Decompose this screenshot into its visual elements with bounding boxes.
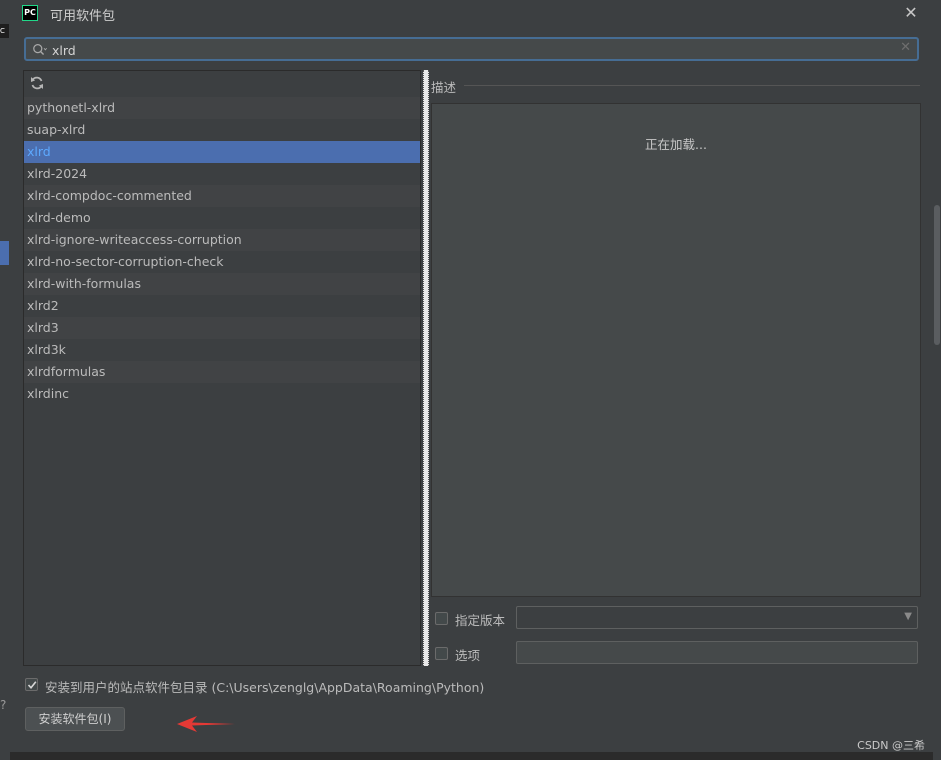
options-checkbox[interactable]: [435, 647, 448, 660]
description-separator: [464, 85, 920, 86]
red-arrow-annotation: [177, 716, 235, 732]
install-to-user-label: 安装到用户的站点软件包目录 (C:\Users\zenglg\AppData\R…: [45, 680, 485, 695]
description-panel: 正在加载...: [431, 103, 921, 597]
help-icon: ?: [0, 698, 7, 712]
package-list: pythonetl-xlrd suap-xlrd xlrd xlrd-2024 xlrd…: [24, 97, 420, 405]
options-label: 选项: [455, 648, 481, 663]
background-scrollbar: [933, 0, 941, 760]
package-list-item[interactable]: xlrdformulas: [24, 361, 420, 383]
package-list-panel: pythonetl-xlrd suap-xlrd xlrd xlrd-2024 xlrd…: [23, 70, 421, 666]
specify-version-label: 指定版本: [455, 613, 506, 628]
refresh-icon[interactable]: [29, 75, 45, 91]
package-list-item[interactable]: xlrd2: [24, 295, 420, 317]
chevron-down-icon: ▼: [904, 611, 912, 622]
background-selection: [0, 241, 9, 265]
package-list-item[interactable]: suap-xlrd: [24, 119, 420, 141]
package-list-item[interactable]: xlrd: [24, 141, 420, 163]
close-button[interactable]: ✕: [900, 2, 922, 24]
dialog-titlebar: PC 可用软件包 ✕: [10, 0, 933, 28]
search-icon[interactable]: [32, 42, 48, 58]
background-pc-icon: C: [0, 24, 9, 38]
package-list-item[interactable]: xlrd-with-formulas: [24, 273, 420, 295]
package-list-item[interactable]: xlrd-no-sector-corruption-check: [24, 251, 420, 273]
dialog-title: 可用软件包: [50, 9, 116, 24]
checkmark-icon: [27, 681, 37, 690]
description-label: 描述: [431, 80, 457, 95]
package-list-item[interactable]: xlrd-demo: [24, 207, 420, 229]
panel-splitter[interactable]: [423, 70, 429, 666]
package-list-item[interactable]: xlrd-ignore-writeaccess-corruption: [24, 229, 420, 251]
package-list-item[interactable]: xlrd-2024: [24, 163, 420, 185]
search-box[interactable]: ✕: [24, 37, 919, 61]
search-input[interactable]: [52, 41, 892, 59]
scrollbar-thumb[interactable]: [934, 205, 940, 345]
version-select[interactable]: ▼: [516, 606, 918, 629]
clear-search-icon[interactable]: ✕: [900, 40, 911, 55]
package-list-item[interactable]: xlrd-compdoc-commented: [24, 185, 420, 207]
loading-text: 正在加载...: [645, 137, 707, 152]
package-list-item[interactable]: xlrd3k: [24, 339, 420, 361]
available-packages-dialog: PC 可用软件包 ✕ ✕ pythonetl-xlrdsuap-xlrdxlrd…: [10, 0, 933, 752]
pycharm-logo-icon: PC: [22, 5, 38, 21]
options-input[interactable]: [516, 641, 918, 664]
install-to-user-checkbox[interactable]: [25, 678, 38, 691]
package-list-item[interactable]: xlrdinc: [24, 383, 420, 405]
package-list-item[interactable]: xlrd3: [24, 317, 420, 339]
install-package-button[interactable]: 安装软件包(I): [25, 707, 125, 731]
watermark: CSDN @三希: [857, 739, 925, 752]
package-list-item[interactable]: pythonetl-xlrd: [24, 97, 420, 119]
specify-version-checkbox[interactable]: [435, 612, 448, 625]
